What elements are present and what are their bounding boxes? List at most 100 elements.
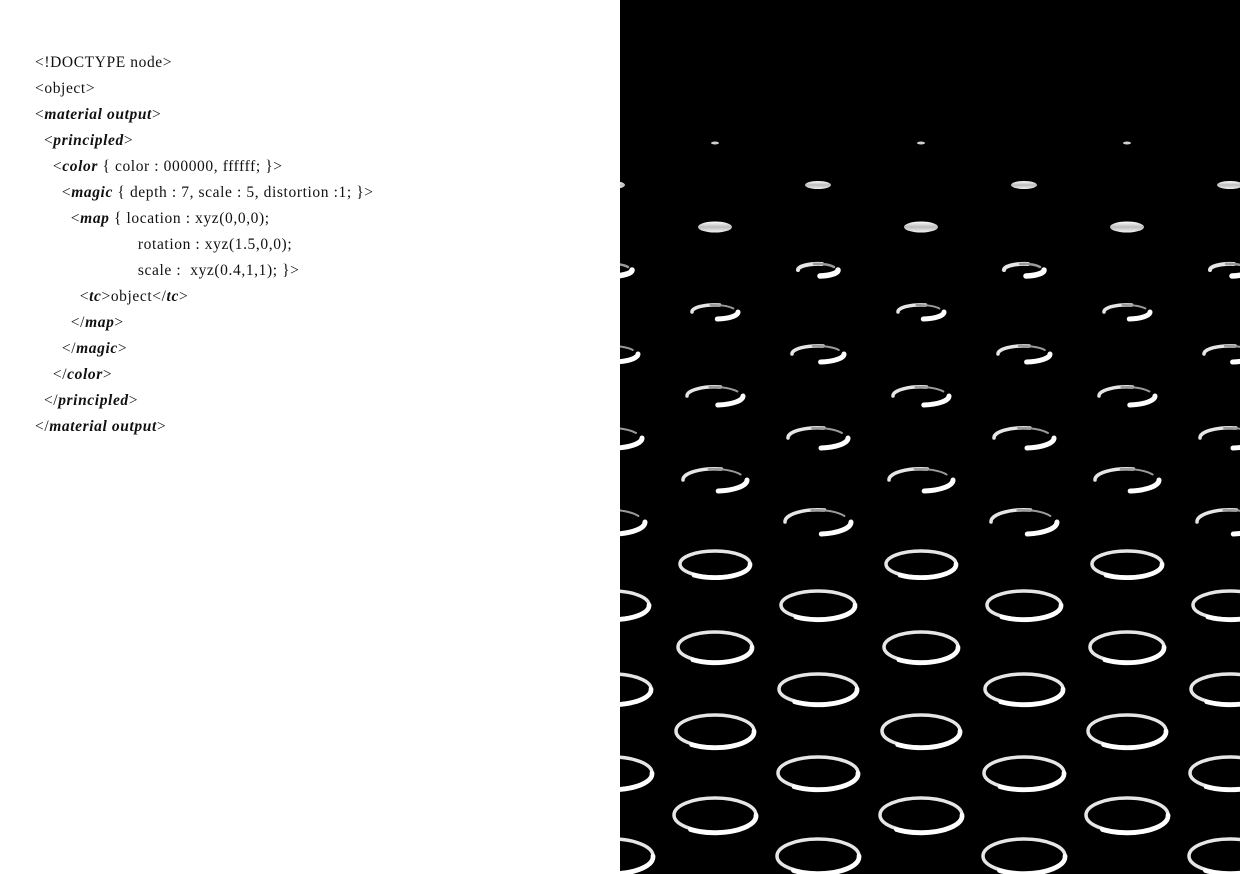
ring-shape <box>620 519 648 537</box>
ring-shape <box>711 141 719 145</box>
code-text: > <box>178 288 189 305</box>
code-text: { depth : 7, scale : 5, distortion :1; }… <box>112 184 374 201</box>
ring-shape <box>620 181 625 189</box>
ring-shape <box>620 345 634 351</box>
code-text: > <box>114 314 124 331</box>
ring-shape <box>709 303 735 310</box>
ring-shape <box>811 426 843 434</box>
ring-shape <box>783 508 827 524</box>
ring-shape <box>989 508 1033 524</box>
code-tag-name: magic <box>71 184 113 201</box>
ring-shape <box>620 509 640 517</box>
ring-pattern <box>620 141 1240 874</box>
ring-shape <box>620 853 656 874</box>
code-text: >object</ <box>101 288 167 305</box>
code-text: </ <box>35 366 68 383</box>
code-tag-name: magic <box>76 340 118 357</box>
ring-shape <box>620 686 654 707</box>
code-text: scale : xyz(0.4,1,1); }> <box>35 262 300 279</box>
code-line: <magic { depth : 7, scale : 5, distortio… <box>35 182 374 208</box>
ring-shape <box>1110 221 1144 233</box>
ring-shape <box>921 393 952 408</box>
ring-shape <box>1024 435 1057 451</box>
code-line: <map { location : xyz(0,0,0); <box>35 208 374 234</box>
ring-shape <box>904 221 938 233</box>
ring-shape <box>996 344 1031 356</box>
page: <!DOCTYPE node> <object> <material output>… <box>0 0 1240 874</box>
code-text: < <box>35 132 54 149</box>
ring-shape <box>1024 351 1053 365</box>
ring-shape <box>1102 303 1134 314</box>
ring-shape <box>1223 344 1240 348</box>
ring-shape <box>915 303 941 310</box>
code-text: > <box>156 418 167 435</box>
ring-shape <box>992 426 1032 440</box>
ring-shape <box>1230 530 1240 537</box>
code-tag-name: map <box>80 210 110 227</box>
ring-shape <box>1187 837 1240 874</box>
ring-shape <box>1023 267 1047 279</box>
code-line: </magic> <box>35 338 374 364</box>
ring-shape <box>1229 272 1240 279</box>
ring-shape <box>1016 508 1052 517</box>
ring-shape <box>691 561 753 581</box>
ring-shape <box>1223 426 1240 430</box>
code-tag-name: material output <box>49 418 157 435</box>
code-panel: <!DOCTYPE node> <object> <material output>… <box>0 0 620 874</box>
ring-shape <box>1230 358 1240 365</box>
ring-shape <box>810 508 846 517</box>
code-text: rotation : xyz(1.5,0,0); <box>35 236 293 253</box>
ring-shape <box>790 344 825 356</box>
ring-shape <box>681 467 724 482</box>
ring-shape <box>917 141 925 145</box>
code-text: </ <box>35 314 86 331</box>
code-text: < <box>35 210 81 227</box>
ring-shape <box>793 602 858 623</box>
ring-shape <box>818 519 854 537</box>
ring-shape <box>896 303 928 314</box>
ring-shape <box>698 221 732 233</box>
code-line: <!DOCTYPE node> <box>35 52 374 78</box>
ring-shape <box>707 467 742 476</box>
code-text: < <box>35 288 90 305</box>
ring-shape <box>1097 385 1135 398</box>
ring-shape <box>897 561 959 581</box>
code-tag-name: map <box>85 314 115 331</box>
ring-shape <box>887 467 930 482</box>
code-line: <principled> <box>35 130 374 156</box>
ring-shape <box>620 837 655 874</box>
code-tag-name: tc <box>89 288 102 305</box>
code-line: scale : xyz(0.4,1,1); }> <box>35 260 374 286</box>
code-text: > <box>117 340 128 357</box>
ring-shape <box>620 263 630 269</box>
render-preview-image <box>620 141 1240 874</box>
ring-shape <box>1202 344 1237 356</box>
ring-shape <box>620 602 652 622</box>
code-text: > <box>151 106 162 123</box>
ring-shape <box>1222 508 1240 512</box>
ring-shape <box>708 385 739 393</box>
ring-shape <box>620 435 645 451</box>
ring-shape <box>791 770 861 793</box>
code-text: <object> <box>35 80 96 97</box>
ring-shape <box>620 770 655 792</box>
code-text: < <box>35 158 63 175</box>
code-text: < <box>35 106 45 123</box>
code-tag-name: color <box>67 366 103 383</box>
ring-shape <box>685 385 723 398</box>
code-tag-name: material output <box>44 106 152 123</box>
ring-shape <box>895 728 963 751</box>
code-line: <object> <box>35 78 374 104</box>
ring-shape <box>620 351 641 365</box>
ring-shape <box>1120 385 1151 393</box>
code-text: <!DOCTYPE node> <box>35 54 173 71</box>
ring-shape <box>714 309 741 322</box>
code-line: <material output> <box>35 104 374 130</box>
code-text: < <box>35 184 72 201</box>
node-code-block: <!DOCTYPE node> <object> <material output>… <box>35 52 374 442</box>
code-tag-name: tc <box>166 288 179 305</box>
ring-shape <box>1189 672 1240 706</box>
code-text: </ <box>35 340 77 357</box>
ring-shape <box>805 181 831 189</box>
ring-shape <box>1198 426 1238 440</box>
